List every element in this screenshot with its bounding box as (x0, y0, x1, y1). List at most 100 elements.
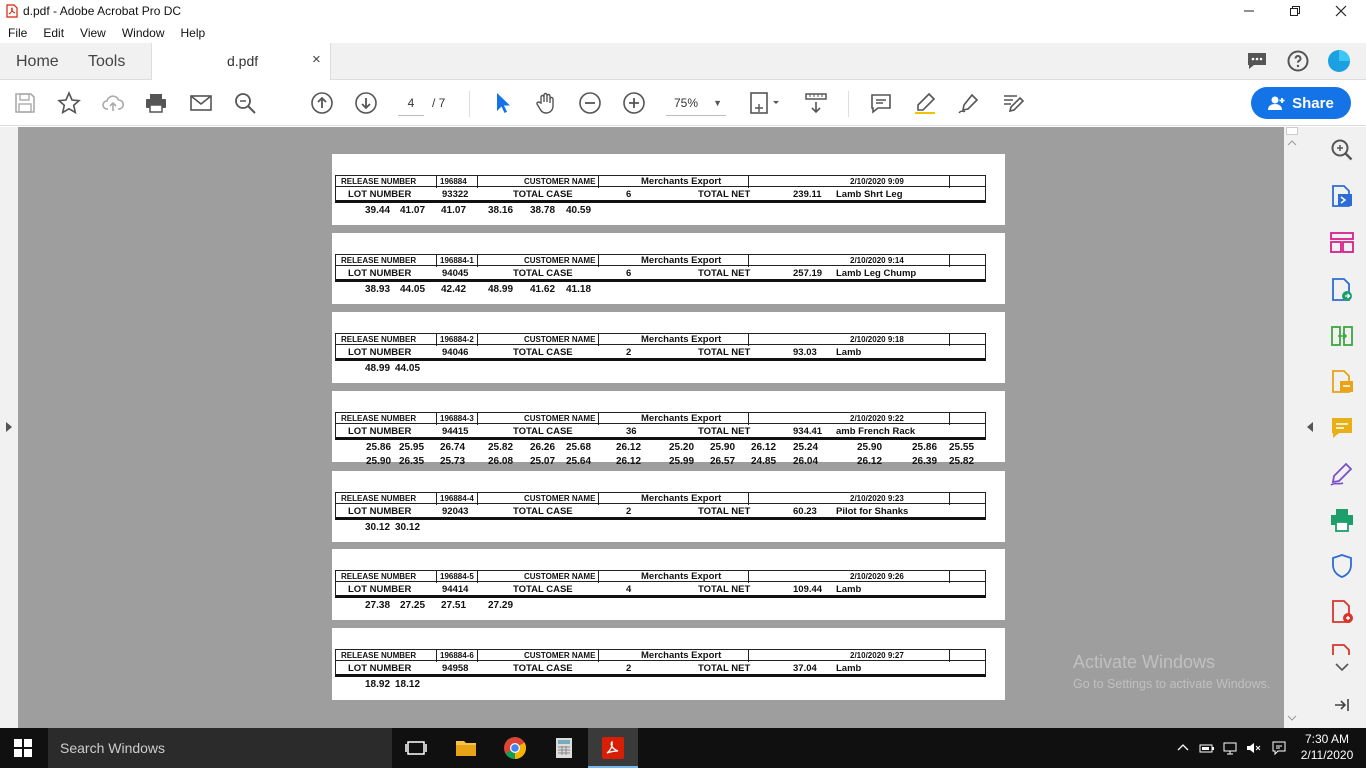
action-center-icon[interactable] (1271, 740, 1287, 756)
export-pdf-icon[interactable] (1329, 183, 1355, 209)
taskbar-clock[interactable]: 7:30 AM 2/11/2020 (1297, 731, 1357, 763)
menu-window[interactable]: Window (114, 26, 173, 40)
minimize-button[interactable] (1226, 0, 1272, 22)
document-page-strip: RELEASE NUMBER 196884-6 CUSTOMER NAME Merch… (332, 628, 1005, 700)
case-weight-value: 41.62 (530, 284, 556, 295)
menu-view[interactable]: View (72, 26, 114, 40)
volume-muted-icon[interactable] (1245, 740, 1261, 756)
document-viewport[interactable]: RELEASE NUMBER 196884 CUSTOMER NAME Merchan… (18, 127, 1284, 728)
vertical-scrollbar[interactable] (1284, 127, 1300, 728)
highlight-pen-icon[interactable] (913, 91, 937, 115)
zoom-out-icon[interactable] (578, 91, 602, 115)
print-icon[interactable] (144, 91, 168, 115)
zoom-search-icon[interactable] (1329, 137, 1355, 163)
case-weight-value: 25.82 (949, 456, 975, 467)
calculator-app-icon[interactable] (552, 736, 576, 760)
sign-pen-icon[interactable] (957, 91, 981, 115)
case-weight-value: 48.99 (365, 363, 391, 374)
release-number-label: RELEASE NUMBER (341, 256, 417, 265)
lot-number-value: 94046 (442, 347, 469, 358)
case-weights-row: 18.92 18.12 (335, 677, 986, 691)
battery-icon[interactable] (1199, 740, 1215, 756)
add-comment-icon[interactable] (869, 91, 893, 115)
add-pdf-icon[interactable] (1329, 599, 1355, 625)
comment-tool-icon[interactable] (1329, 415, 1355, 441)
case-weight-value: 26.74 (440, 442, 466, 453)
customer-name-label: CUSTOMER NAME (524, 335, 596, 344)
tray-expand-icon[interactable] (1175, 740, 1191, 756)
case-weight-value: 44.05 (395, 363, 421, 374)
upload-cloud-icon[interactable] (101, 91, 125, 115)
taskbar-search-input[interactable]: Search Windows (48, 728, 392, 768)
hand-tool-icon[interactable] (534, 91, 558, 115)
case-weight-value: 26.12 (616, 456, 642, 467)
record-datetime: 2/10/2020 9:26 (850, 572, 904, 581)
case-weight-value: 25.07 (530, 456, 556, 467)
total-case-value: 2 (626, 663, 632, 674)
collapse-pane-icon[interactable] (1334, 698, 1350, 712)
combine-files-icon[interactable] (1329, 323, 1355, 349)
release-record: RELEASE NUMBER 196884-5 CUSTOMER NAME Merch… (335, 570, 986, 612)
chevron-down-icon[interactable] (1335, 663, 1349, 672)
case-weight-value: 40.59 (566, 205, 592, 216)
share-button[interactable]: Share (1251, 87, 1351, 119)
task-view-icon[interactable] (404, 736, 428, 760)
network-icon[interactable] (1222, 740, 1238, 756)
file-explorer-icon[interactable] (454, 736, 478, 760)
search-icon[interactable] (233, 91, 257, 115)
restore-button[interactable] (1272, 0, 1318, 22)
previous-page-icon[interactable] (310, 91, 334, 115)
acrobat-taskbar-button[interactable] (588, 728, 638, 768)
print-production-icon[interactable] (1329, 507, 1355, 533)
release-number-value: 196884-5 (440, 572, 474, 581)
more-tools-icon[interactable] (1329, 643, 1355, 655)
menu-file[interactable]: File (0, 26, 35, 40)
total-net-value: 934.41 (793, 426, 823, 437)
release-header-row: RELEASE NUMBER 196884-4 CUSTOMER NAME Merch… (335, 492, 986, 505)
tab-close-icon[interactable]: × (312, 51, 321, 68)
help-icon[interactable] (1286, 49, 1310, 73)
product-name: Lamb Leg Chump (836, 268, 917, 279)
page-total-label: / 7 (432, 96, 446, 110)
comment-bubble-icon[interactable] (1245, 49, 1269, 73)
scrollbar-thumb[interactable] (1286, 127, 1298, 135)
zoom-in-icon[interactable] (622, 91, 646, 115)
menu-help[interactable]: Help (173, 26, 214, 40)
tab-tools[interactable]: Tools (88, 43, 125, 80)
fill-and-sign-icon[interactable] (1329, 461, 1355, 487)
scroll-mode-icon[interactable] (804, 91, 828, 115)
page-number-input[interactable]: 4 (398, 90, 424, 116)
case-weights-row: 27.38 27.25 27.51 27.29 (335, 598, 986, 612)
create-pdf-icon[interactable] (1329, 277, 1355, 303)
next-page-icon[interactable] (354, 91, 378, 115)
case-weight-value: 26.12 (616, 442, 642, 453)
email-icon[interactable] (189, 91, 213, 115)
organize-pages-icon[interactable] (1329, 230, 1355, 256)
page-display-icon[interactable] (750, 91, 782, 115)
window-title: d.pdf - Adobe Acrobat Pro DC (23, 4, 182, 18)
scroll-down-icon[interactable] (1287, 715, 1297, 722)
customer-name-value: Merchants Export (641, 413, 722, 424)
collapse-panel-icon[interactable] (1306, 421, 1314, 433)
export-to-word-icon[interactable] (1329, 369, 1355, 395)
customer-name-label: CUSTOMER NAME (524, 651, 596, 660)
total-case-value: 2 (626, 506, 632, 517)
clock-date: 2/11/2020 (1300, 748, 1354, 762)
select-cursor-icon[interactable] (490, 91, 514, 115)
scroll-up-icon[interactable] (1287, 139, 1297, 146)
tab-document[interactable]: d.pdf × (151, 43, 331, 81)
tab-home[interactable]: Home (16, 43, 59, 80)
left-panel-toggle[interactable] (0, 127, 18, 728)
edit-pdf-icon[interactable] (1001, 91, 1025, 115)
save-icon[interactable] (13, 91, 37, 115)
menu-edit[interactable]: Edit (35, 26, 72, 40)
chrome-icon[interactable] (503, 736, 527, 760)
bookmark-star-icon[interactable] (57, 91, 81, 115)
protect-shield-icon[interactable] (1329, 553, 1355, 579)
close-window-button[interactable] (1318, 0, 1364, 22)
zoom-level-select[interactable]: 75% ▼ (666, 90, 726, 116)
user-avatar-icon[interactable] (1327, 49, 1351, 73)
windows-start-icon[interactable] (14, 739, 32, 757)
zoom-level-value: 75% (674, 96, 699, 110)
case-weight-value: 39.44 (365, 205, 391, 216)
